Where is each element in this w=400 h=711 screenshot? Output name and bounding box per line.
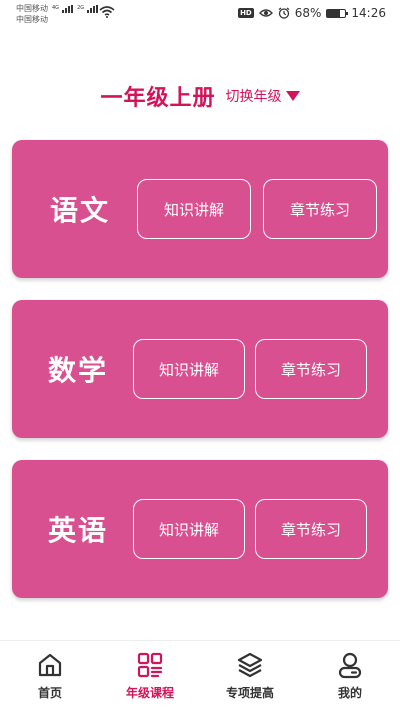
subject-card-chinese: 语文 知识讲解 章节练习 [12,140,388,278]
nav-label: 年级课程 [125,686,174,700]
clock: 14:26 [351,6,386,20]
grade-title: 一年级上册 [100,86,216,111]
chapter-practice-button[interactable]: 章节练习 [255,499,367,559]
hd-badge: HD [238,8,254,18]
layers-icon [237,652,263,678]
battery-icon [326,8,349,18]
knowledge-explain-button[interactable]: 知识讲解 [133,339,245,399]
battery-percent: 68% [294,6,322,20]
signal-icon [62,4,74,13]
knowledge-explain-button[interactable]: 知识讲解 [137,179,251,239]
battery-fill [327,9,340,17]
app-screen: 中国移动 4G 2G 中国移动 HD 68% 14:26 一年级上册 切换年级 … [0,0,400,711]
bottom-nav: 首页 年级课程 专项提高 我的 [0,640,400,711]
carrier-2-name: 中国移动 [16,15,48,24]
subject-title: 数学 [48,354,109,387]
status-right: HD 68% 14:26 [238,6,386,20]
subject-card-math: 数学 知识讲解 章节练习 [12,300,388,438]
subject-title: 英语 [48,514,109,547]
nav-item-mine[interactable]: 我的 [300,641,400,711]
carrier-info: 中国移动 4G 2G 中国移动 [16,3,99,25]
chapter-practice-button[interactable]: 章节练习 [255,339,367,399]
subject-card-english: 英语 知识讲解 章节练习 [12,460,388,598]
nav-item-home[interactable]: 首页 [0,641,100,711]
grid-icon [137,652,163,678]
switch-grade-label: 切换年级 [225,89,282,105]
signal-icon-2 [87,4,99,13]
nav-label: 专项提高 [225,686,274,700]
carrier-2-network: 2G [77,5,85,11]
nav-label: 我的 [337,686,362,700]
subject-title: 语文 [50,194,111,227]
grade-header: 一年级上册 切换年级 [0,80,400,112]
alarm-icon [278,7,290,19]
status-bar: 中国移动 4G 2G 中国移动 HD 68% 14:26 [0,0,400,28]
chapter-practice-button[interactable]: 章节练习 [263,179,377,239]
wifi-icon [99,6,115,18]
triangle-down-icon [285,91,300,101]
nav-label: 首页 [37,686,62,700]
nav-item-special-improvement[interactable]: 专项提高 [200,641,300,711]
knowledge-explain-button[interactable]: 知识讲解 [133,499,245,559]
user-icon [338,652,362,679]
switch-grade-button[interactable]: 切换年级 [226,86,300,106]
carrier-1-name: 中国移动 [16,4,48,13]
eye-icon [258,9,273,17]
carrier-1-network: 4G [52,5,60,11]
nav-item-grade-courses[interactable]: 年级课程 [100,641,200,711]
home-icon [38,653,62,677]
